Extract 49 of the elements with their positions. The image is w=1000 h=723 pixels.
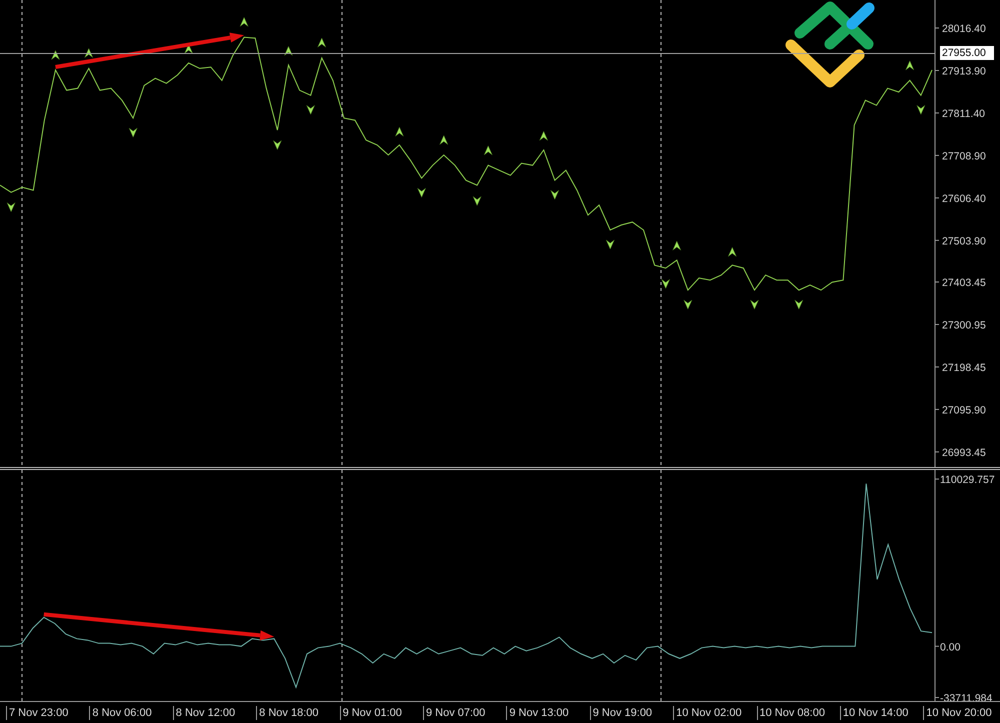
price-axis-label: 27503.90 (942, 235, 986, 248)
price-axis-label: 28016.40 (942, 23, 986, 35)
point (794, 300, 804, 310)
price-axis-label: 27095.90 (942, 404, 986, 416)
indicator-axis-label: 110029.757 (940, 474, 995, 486)
time-axis-label: 8 Nov 12:00 (172, 706, 256, 720)
logo-icon (786, 2, 874, 88)
time-axis-label: 7 Nov 23:00 (6, 706, 90, 720)
point (550, 190, 560, 200)
point (484, 146, 492, 156)
point (417, 188, 426, 198)
point (661, 279, 670, 289)
point (916, 105, 926, 115)
point (539, 131, 548, 141)
point (440, 135, 448, 145)
price-axis-label: 27198.45 (942, 362, 986, 374)
point (472, 196, 482, 206)
point (240, 17, 248, 27)
point (750, 300, 759, 310)
time-axis-label: 9 Nov 07:00 (422, 706, 506, 720)
indicator-axis-label: 0.00 (940, 641, 960, 654)
time-axis-label: 8 Nov 06:00 (89, 706, 173, 720)
price-axis-label: 27708.90 (942, 150, 986, 162)
time-axis-label: 9 Nov 01:00 (340, 706, 423, 720)
point (906, 60, 914, 70)
price-axis-label: 27913.90 (942, 65, 986, 78)
point (6, 202, 16, 212)
time-axis-label: 10 Nov 14:00 (840, 706, 924, 720)
time-axis-label: 10 Nov 20:00 (923, 706, 1000, 720)
time-axis-label: 10 Nov 02:00 (673, 706, 757, 720)
time-axis-label: 8 Nov 18:00 (256, 706, 340, 720)
price-axis-label: 27403.45 (942, 277, 986, 289)
price-axis-label: 26993.45 (942, 446, 986, 459)
point (128, 128, 138, 138)
point (728, 247, 737, 257)
point (318, 38, 326, 48)
point (273, 140, 282, 150)
point (684, 300, 692, 310)
point (306, 105, 315, 115)
time-axis-label: 10 Nov 08:00 (756, 706, 840, 720)
point (395, 126, 404, 136)
current-price-label: 27955.00 (940, 46, 994, 60)
point (672, 240, 682, 250)
time-axis-label: 9 Nov 19:00 (590, 706, 674, 720)
price-axis-label: 27811.40 (942, 108, 986, 120)
time-axis-label: 9 Nov 13:00 (506, 706, 590, 720)
point (606, 240, 614, 250)
price-axis-label: 27300.95 (942, 319, 986, 332)
price-axis-label: 27606.40 (942, 192, 986, 205)
